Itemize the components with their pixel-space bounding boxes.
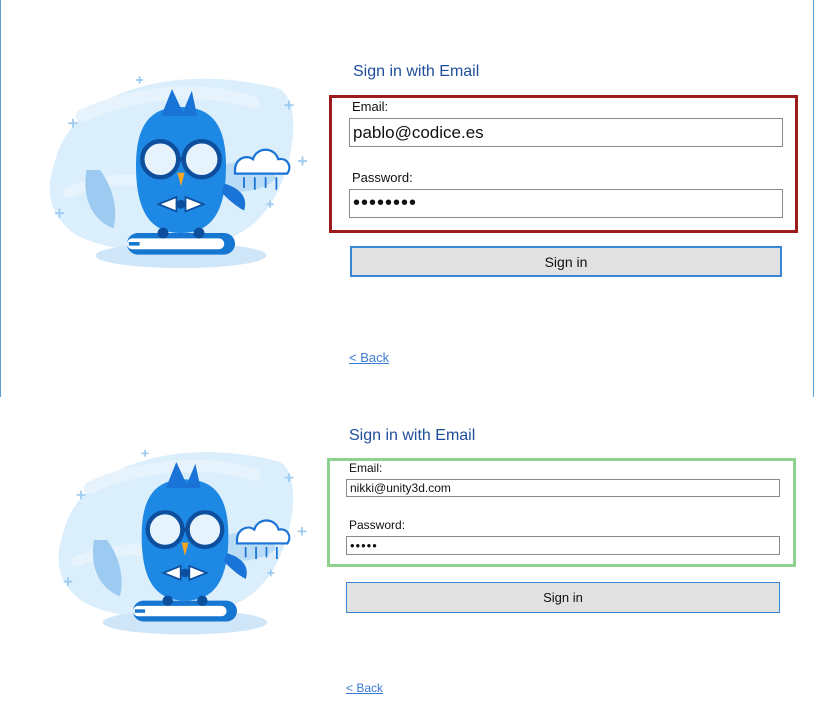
back-link[interactable]: < Back [349, 350, 389, 365]
password-field[interactable]: •••••••• [349, 189, 783, 218]
signin-panel-bottom: Sign in with Email Email: nikki@unity3d.… [0, 397, 814, 709]
owl-illustration-icon [55, 425, 315, 655]
signin-panel-top: Sign in with Email Email: pablo@codice.e… [0, 0, 814, 397]
page-title: Sign in with Email [349, 427, 476, 444]
password-field[interactable]: ••••• [346, 536, 780, 555]
password-label: Password: [349, 518, 406, 532]
owl-illustration-icon [46, 50, 316, 290]
password-label: Password: [352, 170, 413, 185]
email-field[interactable]: pablo@codice.es [349, 118, 783, 147]
email-label: Email: [352, 99, 389, 114]
page-title: Sign in with Email [353, 63, 480, 80]
back-link[interactable]: < Back [346, 681, 383, 695]
email-field[interactable]: nikki@unity3d.com [346, 479, 780, 497]
email-label: Email: [349, 461, 383, 475]
signin-button[interactable]: Sign in [350, 246, 782, 277]
signin-button[interactable]: Sign in [346, 582, 780, 613]
